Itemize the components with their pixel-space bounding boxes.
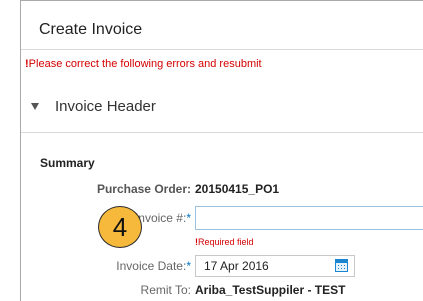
invoice-number-error-text: Required field [198,237,254,247]
calendar-icon[interactable] [335,259,348,272]
purchase-order-label: Purchase Order: [96,182,191,196]
required-star: * [186,211,191,225]
remit-to-label: Remit To: [140,283,191,297]
invoice-date-input[interactable]: 17 Apr 2016 [195,255,355,277]
invoice-number-input[interactable] [195,206,423,230]
required-star: * [186,259,191,273]
invoice-date-label: Invoice Date:* [31,259,191,273]
invoice-header-toggle[interactable]: Invoice Header [31,98,156,115]
error-banner-text: Please correct the following errors and … [28,58,262,70]
summary-title: Summary [40,156,95,170]
invoice-date-value: 17 Apr 2016 [204,259,269,273]
remit-to-value: Ariba_TestSuppiler - TEST [195,283,346,297]
divider [21,49,423,50]
step-number-badge: 4 [98,206,142,248]
invoice-number-error: !Required field [195,237,254,247]
create-invoice-panel: Create Invoice !Please correct the follo… [20,0,423,301]
purchase-order-value: 20150415_PO1 [195,182,280,196]
section-title: Invoice Header [55,98,156,115]
invoice-number-label-text: Invoice #: [134,211,187,225]
error-banner: !Please correct the following errors and… [25,58,262,70]
collapse-triangle-icon[interactable] [31,103,39,110]
invoice-date-label-text: Invoice Date: [116,259,187,273]
divider [21,132,423,133]
page-title: Create Invoice [39,21,143,38]
